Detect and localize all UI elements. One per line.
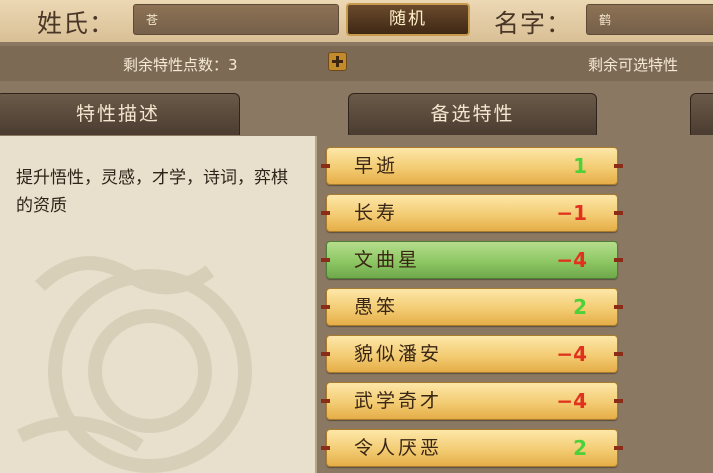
- right-pin-icon: [614, 258, 623, 262]
- add-points-button[interactable]: [328, 52, 347, 71]
- trait-item[interactable]: 愚笨 2: [321, 288, 623, 326]
- trait-item[interactable]: 令人厌恶 2: [321, 429, 623, 467]
- trait-name: 愚笨: [354, 296, 399, 318]
- trait-item[interactable]: 早逝 1: [321, 147, 623, 185]
- remaining-selectable-label: 剩余可选特性: [588, 56, 679, 74]
- given-name-field[interactable]: 鹤: [586, 4, 713, 35]
- left-pin-icon: [321, 164, 330, 168]
- random-name-button[interactable]: 随机: [346, 3, 470, 36]
- trait-item[interactable]: 文曲星 −4: [321, 241, 623, 279]
- right-pin-icon: [614, 446, 623, 450]
- left-pin-icon: [321, 446, 330, 450]
- tab-partial-right[interactable]: [690, 93, 713, 135]
- left-pin-icon: [321, 352, 330, 356]
- points-bar: 剩余特性点数：3 剩余可选特性: [0, 46, 713, 81]
- right-pin-icon: [614, 399, 623, 403]
- trait-cost: −1: [556, 201, 587, 225]
- left-pin-icon: [321, 258, 330, 262]
- trait-cost: −4: [556, 389, 587, 413]
- trait-item[interactable]: 武学奇才 −4: [321, 382, 623, 420]
- trait-cost: 1: [573, 154, 587, 178]
- trait-name: 文曲星: [354, 249, 421, 271]
- trait-item[interactable]: 长寿 −1: [321, 194, 623, 232]
- tab-candidate-traits[interactable]: 备选特性: [348, 93, 597, 135]
- surname-field[interactable]: 苍: [133, 4, 339, 35]
- given-name-label: 名字：: [494, 9, 573, 38]
- trait-name: 令人厌恶: [354, 437, 443, 459]
- trait-description-panel: 提升悟性，灵感，才学，诗词，弈棋的资质: [0, 136, 317, 473]
- surname-label: 姓氏：: [37, 9, 116, 38]
- trait-item[interactable]: 貌似潘安 −4: [321, 335, 623, 373]
- name-bar: 姓氏： 苍 随机 名字： 鹤: [0, 0, 713, 42]
- trait-name: 早逝: [354, 155, 399, 177]
- left-pin-icon: [321, 305, 330, 309]
- trait-cost: 2: [573, 436, 587, 460]
- candidate-traits-list: 早逝 1 长寿 −1 文曲星 −4 愚笨 2 貌似潘安 −4 武学奇才 −4 令人厌恶 2: [318, 136, 638, 473]
- trait-description-text: 提升悟性，灵感，才学，诗词，弈棋的资质: [16, 168, 288, 216]
- trait-cost: 2: [573, 295, 587, 319]
- trait-cost: −4: [556, 342, 587, 366]
- right-pin-icon: [614, 164, 623, 168]
- left-pin-icon: [321, 399, 330, 403]
- right-pin-icon: [614, 211, 623, 215]
- trait-name: 貌似潘安: [354, 343, 443, 365]
- left-pin-icon: [321, 211, 330, 215]
- right-pin-icon: [614, 305, 623, 309]
- right-pin-icon: [614, 352, 623, 356]
- trait-cost: −4: [556, 248, 587, 272]
- trait-name: 武学奇才: [354, 390, 443, 412]
- tab-trait-description[interactable]: 特性描述: [0, 93, 240, 135]
- trait-name: 长寿: [354, 202, 399, 224]
- remaining-points-label: 剩余特性点数：3: [123, 56, 238, 74]
